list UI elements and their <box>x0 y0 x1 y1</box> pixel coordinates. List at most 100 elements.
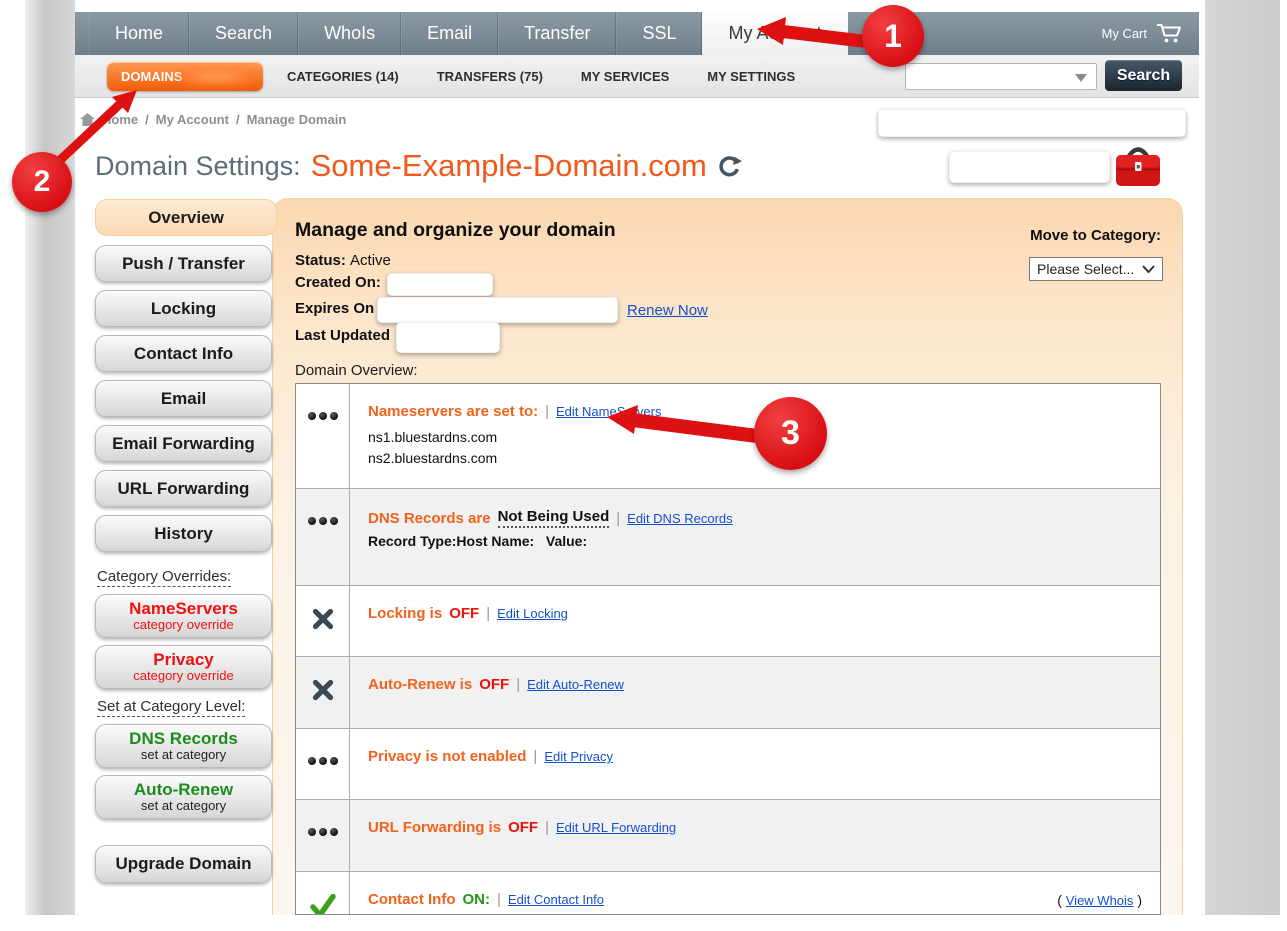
subnav-item-categories-14[interactable]: CATEGORIES (14) <box>287 69 399 84</box>
cart-icon <box>1156 23 1183 44</box>
edit-link-edit-url-forwarding[interactable]: Edit URL Forwarding <box>556 820 676 835</box>
row-content: Privacy is not enabled | Edit Privacy <box>350 729 1160 799</box>
nav-tab-ssl[interactable]: SSL <box>616 12 702 55</box>
redacted-created-date <box>387 273 493 296</box>
expires-line: Expires On <box>295 300 374 317</box>
sidebar-item-push-transfer[interactable]: Push / Transfer <box>95 245 272 282</box>
row-content: Locking isOFF|Edit Locking <box>350 586 1160 656</box>
home-icon <box>80 113 95 127</box>
breadcrumb-my-account[interactable]: My Account <box>156 112 229 127</box>
row-title: URL Forwarding isOFF|Edit URL Forwarding <box>368 819 1146 836</box>
my-cart-button[interactable]: My Cart <box>1102 12 1184 55</box>
row-status: ON: <box>463 891 491 908</box>
sidebar-item-history[interactable]: History <box>95 515 272 552</box>
category-override-buttons: NameServerscategory override Privacycateg… <box>95 594 272 689</box>
breadcrumb-manage-domain[interactable]: Manage Domain <box>247 112 347 127</box>
nav-tab-search[interactable]: Search <box>189 12 298 55</box>
redacted-value-box <box>878 109 1186 137</box>
table-row: Auto-Renew isOFF|Edit Auto-Renew <box>296 657 1160 729</box>
separator: | <box>533 748 537 765</box>
edit-link-edit-contact-info[interactable]: Edit Contact Info <box>508 892 604 907</box>
select-value: Please Select... <box>1037 261 1134 277</box>
page-title: Domain Settings: Some-Example-Domain.com <box>95 148 742 184</box>
subnav-item-transfers-75[interactable]: TRANSFERS (75) <box>437 69 543 84</box>
nav-tab-whois[interactable]: WhoIs <box>298 12 401 55</box>
edit-link-edit-auto-renew[interactable]: Edit Auto-Renew <box>527 677 624 692</box>
breadcrumb-home[interactable]: Home <box>102 112 138 127</box>
row-icon-cell <box>296 489 350 585</box>
page-margin-left <box>25 0 75 915</box>
row-icon-cell <box>296 384 350 488</box>
subnav-item-my-settings[interactable]: MY SETTINGS <box>707 69 795 84</box>
sidebar-item-overview[interactable]: Overview <box>95 199 277 236</box>
row-title: DNS Records areNot Being Used|Edit DNS R… <box>368 508 1146 528</box>
page-margin-right <box>1205 0 1280 915</box>
check-icon <box>310 894 336 915</box>
move-to-category-label: Move to Category: <box>1000 227 1161 244</box>
sidebar-level-auto-renew[interactable]: Auto-Renewset at category <box>95 775 272 819</box>
subnav-items: CATEGORIES (14) TRANSFERS (75) MY SERVICES… <box>287 55 795 97</box>
row-status: Not Being Used <box>498 508 610 528</box>
refresh-icon[interactable] <box>717 154 742 179</box>
site-search-input[interactable] <box>908 66 1068 87</box>
row-status: OFF <box>508 819 538 836</box>
table-row: Contact InfoON:|Edit Contact Info( View … <box>296 872 1160 915</box>
annotation-callout-3: 3 <box>754 397 827 470</box>
nav-tab-transfer[interactable]: Transfer <box>498 12 616 55</box>
nav-tab-email[interactable]: Email <box>401 12 498 55</box>
view-whois-note: ( View Whois ) <box>1057 892 1146 908</box>
sidebar-item-url-forwarding[interactable]: URL Forwarding <box>95 470 272 507</box>
created-label: Created On: <box>295 274 381 291</box>
domain-name: Some-Example-Domain.com <box>311 148 707 184</box>
sidebar-override-privacy[interactable]: Privacycategory override <box>95 645 272 689</box>
view-whois-link[interactable]: View Whois <box>1066 893 1134 908</box>
row-icon-cell <box>296 586 350 656</box>
ellipsis-icon <box>308 828 338 871</box>
edit-link-edit-dns-records[interactable]: Edit DNS Records <box>627 511 732 526</box>
separator: | <box>616 510 620 527</box>
renew-now-link[interactable]: Renew Now <box>627 302 708 319</box>
redacted-domain-count <box>179 67 253 86</box>
sub-navbar: DOMAINS CATEGORIES (14) TRANSFERS (75) MY … <box>75 55 1199 98</box>
site-search-combobox[interactable] <box>905 63 1097 90</box>
nav-tab-my-account[interactable]: My Account <box>702 8 847 55</box>
separator: | <box>545 403 549 420</box>
breadcrumb: Home/My Account/Manage Domain <box>80 112 346 127</box>
combobox-dropdown-icon[interactable] <box>1075 74 1087 82</box>
breadcrumb-separator: / <box>145 112 149 127</box>
row-icon-cell <box>296 729 350 799</box>
sidebar-override-nameservers[interactable]: NameServerscategory override <box>95 594 272 638</box>
button-title: Auto-Renew <box>134 781 233 799</box>
section-heading: Manage and organize your domain <box>295 219 616 242</box>
domains-label: DOMAINS <box>121 69 182 84</box>
sidebar-item-locking[interactable]: Locking <box>95 290 272 327</box>
nav-tab-home[interactable]: Home <box>89 12 189 55</box>
separator: | <box>486 605 490 622</box>
toolbox-icon[interactable] <box>1114 145 1162 188</box>
move-to-category-select[interactable]: Please Select... <box>1029 257 1163 281</box>
row-status: OFF <box>479 676 509 693</box>
sidebar-level-dns-records[interactable]: DNS Recordsset at category <box>95 724 272 768</box>
category-overrides-label: Category Overrides: <box>97 568 231 585</box>
sidebar-item-contact-info[interactable]: Contact Info <box>95 335 272 372</box>
button-title: Privacy <box>153 651 214 669</box>
row-title: Contact InfoON:|Edit Contact Info( View … <box>368 891 1146 908</box>
row-title-text: Auto-Renew is <box>368 676 472 693</box>
button-subtitle: set at category <box>141 799 226 813</box>
upgrade-domain-button[interactable]: Upgrade Domain <box>95 845 272 883</box>
table-row: Nameservers are set to:|Edit NameServers… <box>296 384 1160 489</box>
sidebar-item-email-forwarding[interactable]: Email Forwarding <box>95 425 272 462</box>
edit-link-edit-nameservers[interactable]: Edit NameServers <box>556 404 661 419</box>
row-content: DNS Records areNot Being Used|Edit DNS R… <box>350 489 1160 585</box>
site-search-button[interactable]: Search <box>1105 60 1182 91</box>
row-content: Contact InfoON:|Edit Contact Info( View … <box>350 872 1160 915</box>
sidebar-item-email[interactable]: Email <box>95 380 272 417</box>
subnav-item-my-services[interactable]: MY SERVICES <box>581 69 669 84</box>
page-title-prefix: Domain Settings: <box>95 151 301 182</box>
subnav-item-domains[interactable]: DOMAINS <box>107 62 263 91</box>
row-title-text: Privacy is not enabled <box>368 748 526 765</box>
edit-link-edit-privacy[interactable]: Edit Privacy <box>544 749 613 764</box>
edit-link-edit-locking[interactable]: Edit Locking <box>497 606 568 621</box>
x-icon <box>312 608 334 656</box>
annotation-callout-1: 1 <box>862 5 924 67</box>
